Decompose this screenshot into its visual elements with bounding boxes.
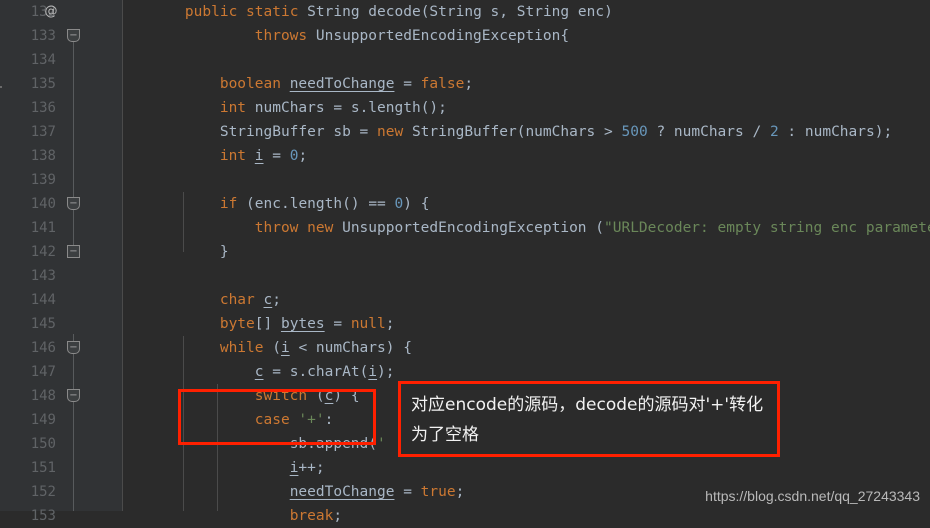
code-line[interactable]: 153 break; bbox=[0, 504, 930, 528]
code-line[interactable]: 136 int numChars = s.length(); bbox=[0, 96, 930, 120]
code-line[interactable]: 132 @ public static String decode(String … bbox=[0, 0, 930, 24]
line-number: 153 bbox=[30, 508, 56, 524]
code-line[interactable]: 146− while (i < numChars) { bbox=[0, 336, 930, 360]
code-fold-minus-icon[interactable]: − bbox=[67, 389, 80, 402]
line-number: 136 bbox=[30, 100, 56, 116]
line-number: 145 bbox=[30, 316, 56, 332]
code-line-text[interactable]: break; bbox=[150, 504, 342, 528]
line-number: 141 bbox=[30, 220, 56, 236]
line-number: 135 bbox=[30, 76, 56, 92]
line-number: 149 bbox=[30, 412, 56, 428]
code-line-text[interactable]: throws UnsupportedEncodingException{ bbox=[150, 24, 569, 48]
code-line[interactable]: 139 bbox=[0, 168, 930, 192]
annotation-note-box: 对应encode的源码，decode的源码对'+'转化为了空格 bbox=[398, 381, 780, 457]
code-line[interactable]: 143 bbox=[0, 264, 930, 288]
screenshot-root: 132 @ public static String decode(String … bbox=[0, 0, 930, 524]
line-number: 139 bbox=[30, 172, 56, 188]
annotation-note-text: 对应encode的源码，decode的源码对'+'转化为了空格 bbox=[411, 395, 764, 445]
code-line[interactable]: 145 byte[] bytes = null; bbox=[0, 312, 930, 336]
line-number: 134 bbox=[30, 52, 56, 68]
code-line[interactable]: 141 throw new UnsupportedEncodingExcepti… bbox=[0, 216, 930, 240]
code-fold-minus-icon[interactable]: − bbox=[67, 29, 80, 42]
code-line[interactable]: 134 bbox=[0, 48, 930, 72]
line-number: 140 bbox=[30, 196, 56, 212]
case-plus-highlight-box bbox=[178, 389, 376, 445]
watermark-url: https://blog.csdn.net/qq_27243343 bbox=[705, 488, 920, 504]
code-line[interactable]: 135 boolean needToChange = false; bbox=[0, 72, 930, 96]
code-fold-minus-icon[interactable]: − bbox=[67, 341, 80, 354]
code-line-text[interactable]: needToChange = true; bbox=[150, 480, 465, 504]
line-number: 138 bbox=[30, 148, 56, 164]
code-line-text[interactable]: int numChars = s.length(); bbox=[150, 96, 447, 120]
code-line-text[interactable]: } bbox=[150, 240, 229, 264]
code-line[interactable]: 138 int i = 0; bbox=[0, 144, 930, 168]
code-line-text[interactable]: StringBuffer sb = new StringBuffer(numCh… bbox=[150, 120, 892, 144]
code-line-text[interactable]: i++; bbox=[150, 456, 325, 480]
line-number: 151 bbox=[30, 460, 56, 476]
line-number: 133 bbox=[30, 28, 56, 44]
line-number: 137 bbox=[30, 124, 56, 140]
code-line-text[interactable]: int i = 0; bbox=[150, 144, 307, 168]
code-line[interactable]: 140− if (enc.length() == 0) { bbox=[0, 192, 930, 216]
code-fold-minus-icon[interactable]: − bbox=[67, 245, 80, 258]
code-line[interactable]: 133− throws UnsupportedEncodingException… bbox=[0, 24, 930, 48]
annotation-gutter-icon[interactable]: @ bbox=[40, 0, 62, 24]
code-line-text[interactable]: c = s.charAt(i); bbox=[150, 360, 395, 384]
line-number: 144 bbox=[30, 292, 56, 308]
line-number: 152 bbox=[30, 484, 56, 500]
code-line[interactable]: 142− } bbox=[0, 240, 930, 264]
code-fold-minus-icon[interactable]: − bbox=[67, 197, 80, 210]
code-line-text[interactable]: char c; bbox=[150, 288, 281, 312]
code-line-text[interactable]: public static String decode(String s, St… bbox=[150, 0, 613, 24]
code-line-text[interactable]: if (enc.length() == 0) { bbox=[150, 192, 430, 216]
code-line-text[interactable]: boolean needToChange = false; bbox=[150, 72, 473, 96]
code-line-text[interactable]: throw new UnsupportedEncodingException (… bbox=[150, 216, 930, 240]
line-number: 147 bbox=[30, 364, 56, 380]
code-line[interactable]: 144 char c; bbox=[0, 288, 930, 312]
code-line-text[interactable]: while (i < numChars) { bbox=[150, 336, 412, 360]
line-number: 142 bbox=[30, 244, 56, 260]
line-number: 143 bbox=[30, 268, 56, 284]
code-line[interactable]: 151 i++; bbox=[0, 456, 930, 480]
line-number: 150 bbox=[30, 436, 56, 452]
line-number: 146 bbox=[30, 340, 56, 356]
code-line[interactable]: 137 StringBuffer sb = new StringBuffer(n… bbox=[0, 120, 930, 144]
line-number: 148 bbox=[30, 388, 56, 404]
code-line-text[interactable]: byte[] bytes = null; bbox=[150, 312, 395, 336]
